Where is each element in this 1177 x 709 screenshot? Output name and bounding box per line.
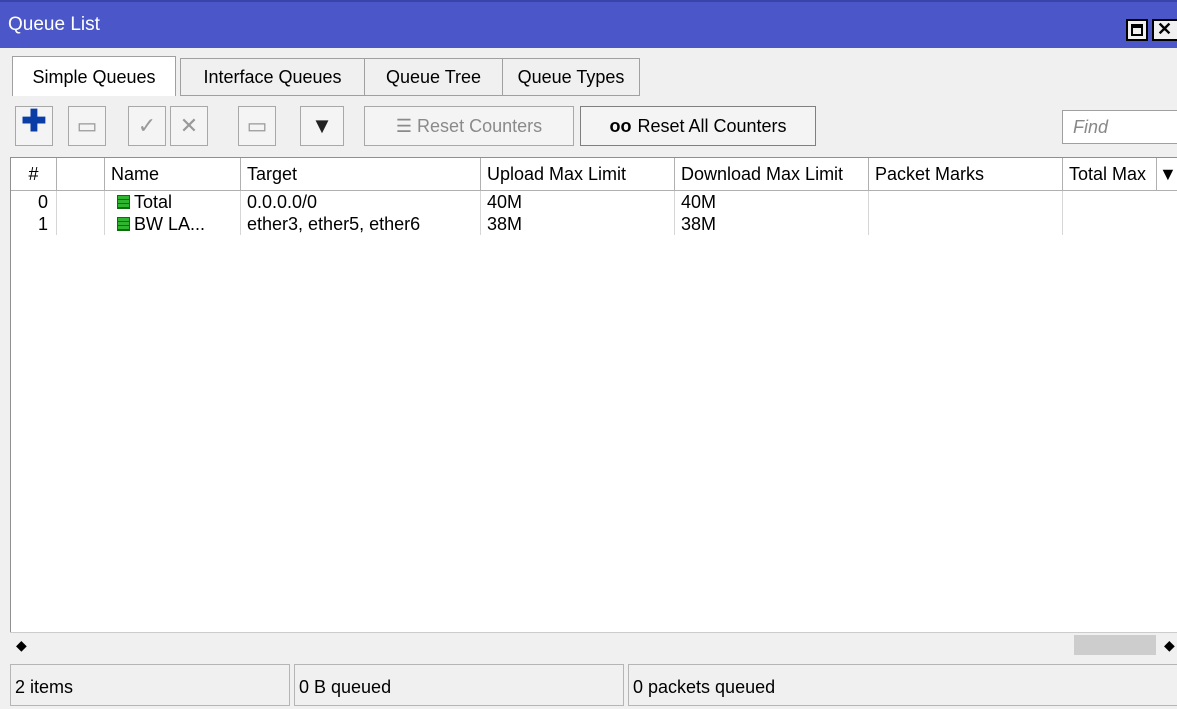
queue-icon: [117, 195, 130, 209]
row-number: 0: [11, 191, 57, 213]
row-flags: [57, 213, 105, 235]
row-name-text: BW LA...: [134, 214, 206, 234]
tab-queue-tree[interactable]: Queue Tree: [364, 58, 502, 96]
comment-button[interactable]: ▭: [238, 106, 276, 146]
row-total: [1063, 191, 1177, 213]
row-name: BW LA...: [105, 213, 241, 235]
scroll-left-arrow-icon[interactable]: ◆: [16, 637, 27, 654]
reset-counters-button[interactable]: ☰ Reset Counters: [364, 106, 574, 146]
col-number[interactable]: #: [11, 158, 57, 190]
col-flags[interactable]: [57, 158, 105, 190]
list-icon: ☰: [395, 116, 413, 136]
chevron-down-icon: ▼: [1159, 164, 1177, 184]
status-bar: 2 items 0 B queued 0 packets queued: [10, 664, 1177, 706]
reset-all-icon: oo: [609, 116, 632, 136]
col-total-max[interactable]: Total Max: [1063, 158, 1157, 190]
queue-icon: [117, 217, 130, 231]
status-queued: 0 B queued: [294, 664, 624, 706]
tab-simple-queues[interactable]: Simple Queues: [12, 56, 176, 96]
row-upload: 38M: [481, 213, 675, 235]
row-target: ether3, ether5, ether6: [241, 213, 481, 235]
maximize-button[interactable]: [1126, 19, 1148, 41]
disable-button[interactable]: ✕: [170, 106, 208, 146]
row-upload: 40M: [481, 191, 675, 213]
scroll-right-arrow-icon[interactable]: ◆: [1164, 637, 1175, 654]
col-upload-max-limit[interactable]: Upload Max Limit: [481, 158, 675, 190]
col-name[interactable]: Name: [105, 158, 241, 190]
reset-all-counters-label: Reset All Counters: [637, 116, 787, 136]
check-icon: ✓: [137, 113, 157, 138]
status-items: 2 items: [10, 664, 290, 706]
enable-button[interactable]: ✓: [128, 106, 166, 146]
status-packets: 0 packets queued: [628, 664, 1177, 706]
reset-counters-label: Reset Counters: [417, 116, 543, 136]
plus-icon: ✚: [21, 105, 47, 138]
queue-table: # Name Target Upload Max Limit Download …: [10, 157, 1177, 637]
row-marks: [869, 213, 1063, 235]
col-download-max-limit[interactable]: Download Max Limit: [675, 158, 869, 190]
column-menu-dropdown[interactable]: ▼: [1157, 158, 1177, 190]
add-button[interactable]: ✚: [15, 106, 53, 146]
table-row[interactable]: 1 BW LA... ether3, ether5, ether6 38M 38…: [11, 213, 1177, 235]
window-title: Queue List: [8, 14, 100, 35]
tab-interface-queues[interactable]: Interface Queues: [180, 58, 364, 96]
table-header: # Name Target Upload Max Limit Download …: [11, 158, 1177, 191]
scrollbar-thumb[interactable]: [1074, 635, 1156, 655]
row-marks: [869, 191, 1063, 213]
row-flags: [57, 191, 105, 213]
remove-button[interactable]: ▭: [68, 106, 106, 146]
row-number: 1: [11, 213, 57, 235]
row-download: 38M: [675, 213, 869, 235]
row-target: 0.0.0.0/0: [241, 191, 481, 213]
table-row[interactable]: 0 Total 0.0.0.0/0 40M 40M: [11, 191, 1177, 213]
horizontal-scrollbar[interactable]: ◆ ◆: [10, 632, 1177, 657]
row-name-text: Total: [134, 192, 173, 212]
minus-icon: ▭: [76, 113, 98, 138]
row-total: [1063, 213, 1177, 235]
row-name: Total: [105, 191, 241, 213]
reset-all-counters-button[interactable]: oo Reset All Counters: [580, 106, 816, 146]
close-button[interactable]: ✕: [1152, 19, 1177, 41]
comment-icon: ▭: [246, 113, 268, 138]
col-target[interactable]: Target: [241, 158, 481, 190]
filter-button[interactable]: ▼: [300, 106, 344, 146]
filter-icon: ▼: [311, 113, 333, 138]
find-input[interactable]: Find: [1062, 110, 1177, 144]
window-title-bar: Queue List ✕: [0, 0, 1177, 48]
col-packet-marks[interactable]: Packet Marks: [869, 158, 1063, 190]
row-download: 40M: [675, 191, 869, 213]
tab-queue-types[interactable]: Queue Types: [502, 58, 640, 96]
x-icon: ✕: [179, 113, 199, 138]
